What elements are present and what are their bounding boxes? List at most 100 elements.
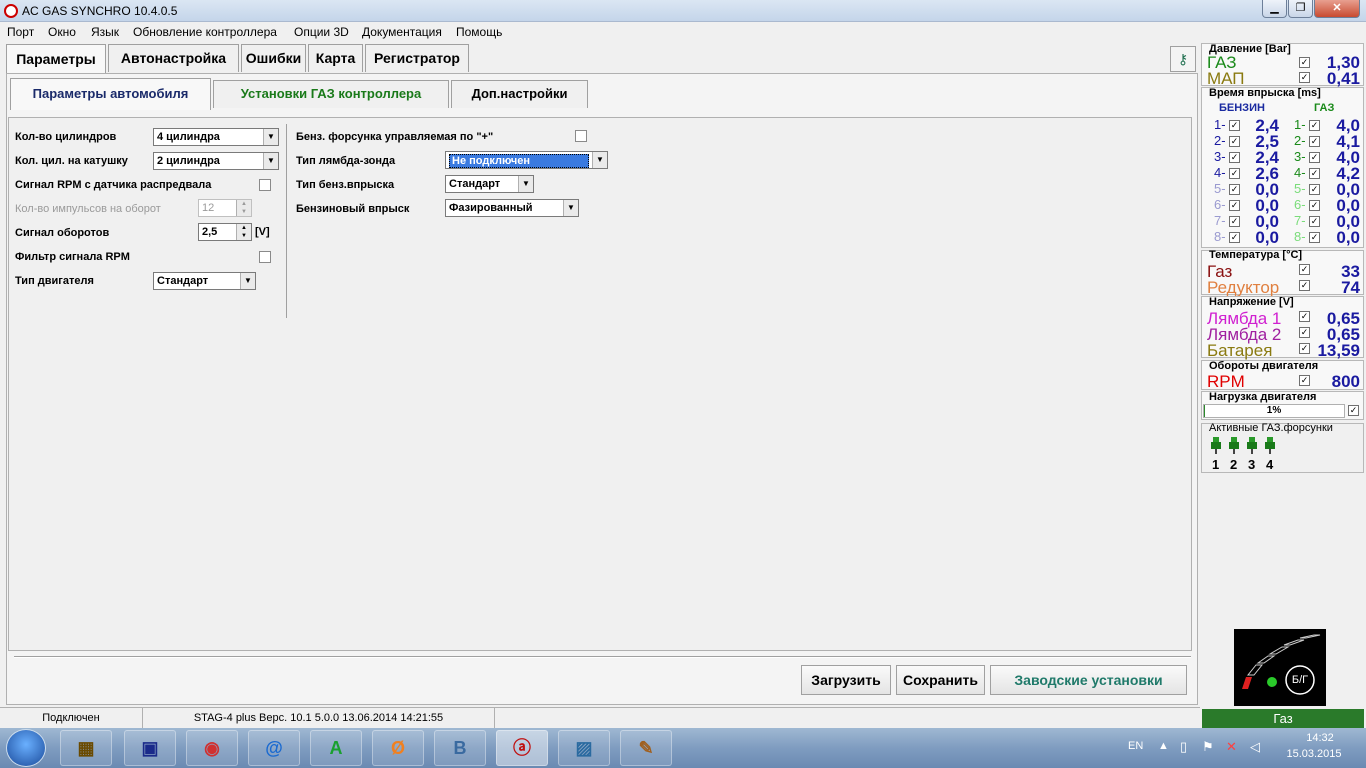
gas-injector-number: 8- (1294, 229, 1306, 244)
menu-update[interactable]: Обновление контроллера (133, 25, 277, 39)
petrol-injector-checkbox[interactable]: ✓ (1229, 216, 1240, 227)
engine-type-select[interactable]: Стандарт ▼ (153, 272, 256, 290)
petrol-injection-select[interactable]: Фазированный ▼ (445, 199, 579, 217)
menu-3d-options[interactable]: Опции 3D (294, 25, 349, 39)
voltage-title: Напряжение [V] (1209, 296, 1294, 308)
rpm-title: Обороты двигателя (1209, 360, 1319, 372)
petrol-injector-checkbox[interactable]: ✓ (1229, 152, 1240, 163)
coil-select[interactable]: 2 цилиндра ▼ (153, 152, 279, 170)
close-button[interactable]: ✕ (1314, 0, 1360, 18)
tab-map[interactable]: Карта (308, 44, 363, 72)
winrar-icon[interactable]: ▦ (60, 730, 112, 766)
load-checkbox[interactable]: ✓ (1348, 405, 1359, 416)
title-bar: AC GAS SYNCHRO 10.4.0.5 ▁ ❐ ✕ (0, 0, 1366, 22)
vk-icon[interactable]: В (434, 730, 486, 766)
language-indicator[interactable]: EN (1128, 740, 1143, 752)
map-checkbox[interactable]: ✓ (1299, 72, 1310, 83)
petrol-inj-type-select[interactable]: Стандарт ▼ (445, 175, 534, 193)
menu-documentation[interactable]: Документация (362, 25, 442, 39)
injector-plus-checkbox[interactable] (575, 130, 587, 142)
cylinders-select[interactable]: 4 цилиндра ▼ (153, 128, 279, 146)
content-area (8, 117, 1192, 651)
menu-language[interactable]: Язык (91, 25, 119, 39)
subtab-gas-controller[interactable]: Установки ГАЗ контроллера (213, 80, 449, 108)
menu-port[interactable]: Порт (7, 25, 34, 39)
flag-icon[interactable]: ⚑ (1202, 739, 1214, 755)
engine-type-label: Тип двигателя (15, 275, 94, 287)
gas-injector-number: 4- (1294, 165, 1306, 180)
rpm-checkbox[interactable]: ✓ (1299, 375, 1310, 386)
rpm-cam-checkbox[interactable] (259, 179, 271, 191)
help-icon[interactable]: ⚷ (1170, 46, 1196, 72)
status-bar: Подключен STAG-4 plus Верс. 10.1 5.0.0 1… (0, 707, 1200, 729)
gas-header: ГАЗ (1314, 102, 1335, 114)
clock-date[interactable]: 15.03.2015 (1282, 748, 1346, 760)
floppy-icon[interactable]: ▣ (124, 730, 176, 766)
temp-reducer-checkbox[interactable]: ✓ (1299, 280, 1310, 291)
fuel-switch[interactable]: Б/Г (1234, 629, 1326, 706)
factory-settings-button[interactable]: Заводские установки (990, 665, 1187, 695)
petrol-injector-number: 3- (1214, 149, 1226, 164)
rpm-label: RPM (1207, 372, 1245, 391)
load-button[interactable]: Загрузить (801, 665, 891, 695)
spinner-arrows-icon: ▲ ▼ (236, 224, 251, 240)
chrome-icon[interactable]: ◉ (186, 730, 238, 766)
gas-injector-checkbox[interactable]: ✓ (1309, 232, 1320, 243)
petrol-injector-checkbox[interactable]: ✓ (1229, 200, 1240, 211)
tab-errors[interactable]: Ошибки (241, 44, 306, 72)
gas-injector-checkbox[interactable]: ✓ (1309, 184, 1320, 195)
petrol-injector-checkbox[interactable]: ✓ (1229, 168, 1240, 179)
tab-parameters[interactable]: Параметры (6, 44, 106, 74)
menu-window[interactable]: Окно (48, 25, 76, 39)
tray-arrow-icon[interactable]: ▲ (1158, 740, 1169, 752)
start-button[interactable] (6, 729, 46, 767)
subtab-extra-settings[interactable]: Доп.настройки (451, 80, 588, 108)
pulses-label: Кол-во импульсов на оборот (15, 203, 161, 215)
gas-injector-checkbox[interactable]: ✓ (1309, 120, 1320, 131)
network-icon[interactable]: ✕ (1226, 739, 1237, 755)
menu-bar: Порт Окно Язык Обновление контроллера Оп… (0, 22, 1366, 42)
pulses-spinner[interactable]: 12 ▲ ▼ (198, 199, 252, 217)
injector-number: 1 (1212, 457, 1220, 472)
petrol-injector-checkbox[interactable]: ✓ (1229, 136, 1240, 147)
gas-pressure-checkbox[interactable]: ✓ (1299, 57, 1310, 68)
clock-time[interactable]: 14:32 (1300, 732, 1340, 744)
spinner-arrows-icon: ▲ ▼ (236, 200, 251, 216)
image-viewer-icon[interactable]: ▨ (558, 730, 610, 766)
tab-autotune[interactable]: Автонастройка (108, 44, 239, 72)
injector-number: 3 (1248, 457, 1256, 472)
petrol-injector-checkbox[interactable]: ✓ (1229, 232, 1240, 243)
save-button[interactable]: Сохранить (896, 665, 985, 695)
rpm-signal-label: Сигнал оборотов (15, 227, 110, 239)
subtab-car-params[interactable]: Параметры автомобиля (10, 78, 211, 110)
tab-recorder[interactable]: Регистратор (365, 44, 469, 72)
odnoklassniki-icon[interactable]: Ø (372, 730, 424, 766)
paint-icon[interactable]: ✎ (620, 730, 672, 766)
gas-injector-checkbox[interactable]: ✓ (1309, 168, 1320, 179)
gas-injector-checkbox[interactable]: ✓ (1309, 152, 1320, 163)
rpm-filter-checkbox[interactable] (259, 251, 271, 263)
petrol-injector-checkbox[interactable]: ✓ (1229, 120, 1240, 131)
lambda1-checkbox[interactable]: ✓ (1299, 311, 1310, 322)
mail-icon[interactable]: @ (248, 730, 300, 766)
temp-reducer-label: Редуктор (1207, 278, 1280, 297)
ac-gas-app-icon[interactable]: ⓐ (496, 730, 548, 766)
menu-help[interactable]: Помощь (456, 25, 502, 39)
gas-injector-checkbox[interactable]: ✓ (1309, 216, 1320, 227)
rpm-signal-spinner[interactable]: 2,5 ▲ ▼ (198, 223, 252, 241)
volume-icon[interactable]: ◁ (1250, 739, 1260, 755)
battery-checkbox[interactable]: ✓ (1299, 343, 1310, 354)
lambda-select[interactable]: Не подключен ▼ (445, 151, 608, 169)
gas-injector-checkbox[interactable]: ✓ (1309, 200, 1320, 211)
minimize-button[interactable]: ▁ (1262, 0, 1287, 18)
lambda2-checkbox[interactable]: ✓ (1299, 327, 1310, 338)
gas-injector-checkbox[interactable]: ✓ (1309, 136, 1320, 147)
battery-icon[interactable]: ▯ (1180, 739, 1187, 755)
load-title: Нагрузка двигателя (1209, 391, 1317, 403)
arcade-icon[interactable]: A (310, 730, 362, 766)
maximize-button[interactable]: ❐ (1288, 0, 1313, 18)
temp-gas-checkbox[interactable]: ✓ (1299, 264, 1310, 275)
petrol-injector-checkbox[interactable]: ✓ (1229, 184, 1240, 195)
petrol-injection-value: 0,0 (1255, 228, 1279, 247)
petrol-injector-number: 8- (1214, 229, 1226, 244)
